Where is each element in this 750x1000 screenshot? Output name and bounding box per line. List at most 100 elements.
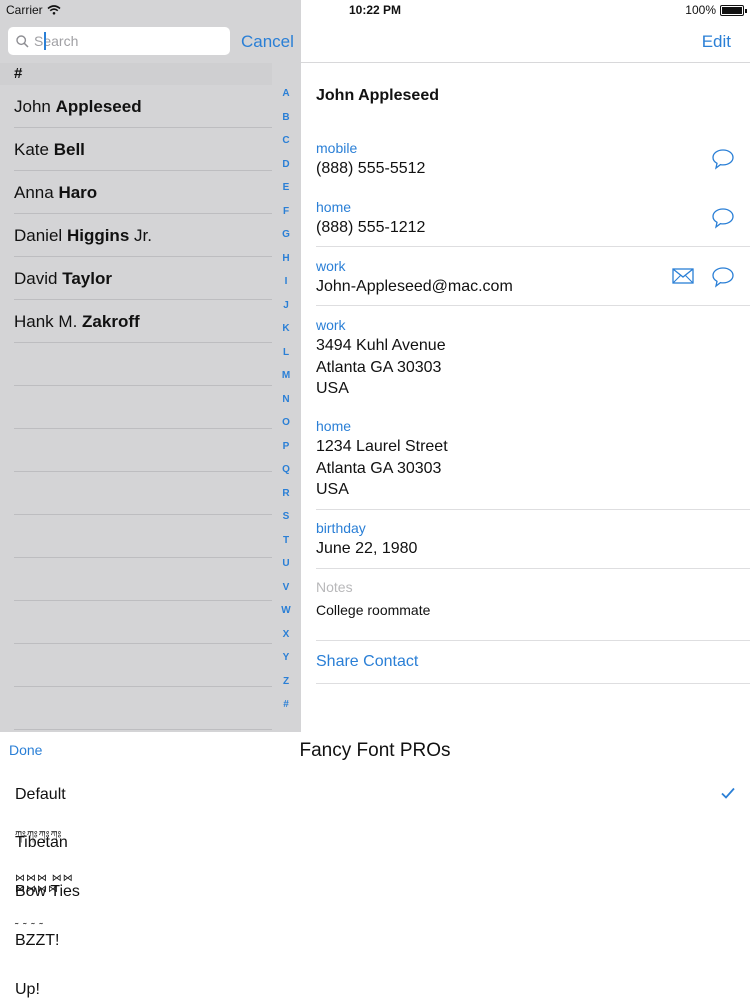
index-letter[interactable]: X [276, 623, 296, 647]
contact-last-name: Bell [53, 140, 85, 159]
contact-first-name: David [14, 269, 58, 288]
detail-nav-bar: Edit [301, 20, 750, 63]
contact-last-name: Taylor [62, 269, 112, 288]
field-value: June 22, 1980 [316, 540, 418, 557]
address-home-field[interactable]: home 1234 Laurel Street Atlanta GA 30303… [316, 418, 750, 501]
font-option-bzzt[interactable]: ˜ ˜ ˜ ˜ BZZT! [15, 922, 60, 950]
battery-icon [720, 4, 747, 16]
index-letter[interactable]: M [276, 364, 296, 388]
index-letter[interactable]: R [276, 482, 296, 506]
contact-row-anna-haro[interactable]: Anna Haro [14, 171, 272, 214]
index-letter[interactable]: C [276, 129, 296, 153]
font-option-default[interactable]: Default [15, 786, 66, 804]
battery-percent: 100% [685, 3, 716, 17]
search-bar: Cancel [0, 20, 301, 64]
picker-title: Fancy Font PROs [299, 740, 451, 761]
contact-suffix: Jr. [134, 226, 152, 245]
font-picker-panel: Done Fancy Font PROs Default ཀཿཀཿཀཿཀཿ Ti… [0, 732, 750, 1000]
address-line-3: USA [316, 380, 349, 397]
search-field[interactable] [8, 27, 230, 55]
message-icon[interactable] [711, 266, 735, 288]
index-letter[interactable]: I [276, 270, 296, 294]
contact-row-hank-zakroff[interactable]: Hank M. Zakroff [14, 300, 272, 343]
font-option-up[interactable]: Up! [15, 981, 40, 999]
notes-value[interactable]: College roommate [316, 602, 430, 618]
index-letter[interactable]: A [276, 82, 296, 106]
edit-button[interactable]: Edit [702, 32, 731, 52]
battery-indicator: 100% [685, 3, 747, 17]
empty-row [14, 687, 272, 730]
index-letter[interactable]: S [276, 505, 296, 529]
birthday-field[interactable]: birthday June 22, 1980 [316, 520, 750, 560]
contact-row-david-taylor[interactable]: David Taylor [14, 257, 272, 300]
contact-row-daniel-higgins[interactable]: Daniel Higgins Jr. [14, 214, 272, 257]
address-line-1: 1234 Laurel Street [316, 438, 448, 455]
index-letter[interactable]: U [276, 552, 296, 576]
bow-tie-decoration: ⋈⋈⋈ ⋈⋈ ⋈⋈⋈⋈ [15, 873, 74, 895]
index-letter[interactable]: Y [276, 646, 296, 670]
empty-row [14, 558, 272, 601]
divider [316, 305, 750, 306]
bzzt-decoration: ˜ ˜ ˜ ˜ [15, 922, 44, 933]
index-letter[interactable]: O [276, 411, 296, 435]
contact-row-kate-bell[interactable]: Kate Bell [14, 128, 272, 171]
divider [316, 640, 750, 641]
index-letter[interactable]: W [276, 599, 296, 623]
tibetan-decoration: ཀཿཀཿཀཿཀཿ [15, 830, 63, 841]
message-icon[interactable] [711, 148, 735, 170]
empty-row [14, 515, 272, 558]
phone-home-field[interactable]: home (888) 555-1212 [316, 199, 750, 239]
index-letter[interactable]: E [276, 176, 296, 200]
contact-first-name: Anna [14, 183, 54, 202]
checkmark-icon [721, 787, 735, 799]
index-letter[interactable]: J [276, 294, 296, 318]
index-letter[interactable]: G [276, 223, 296, 247]
index-letter[interactable]: V [276, 576, 296, 600]
index-letter[interactable]: Q [276, 458, 296, 482]
address-line-2: Atlanta GA 30303 [316, 358, 442, 376]
message-icon[interactable] [711, 207, 735, 229]
section-index-bar[interactable]: A B C D E F G H I J K L M N O P Q R S T U V W X Y Z # [276, 82, 296, 717]
index-letter[interactable]: Z [276, 670, 296, 694]
index-letter[interactable]: F [276, 200, 296, 224]
contact-last-name: Zakroff [82, 312, 140, 331]
contact-last-name: Higgins [66, 226, 130, 245]
contact-first-name: Kate [14, 140, 49, 159]
index-letter[interactable]: D [276, 153, 296, 177]
section-header: # [0, 63, 272, 85]
field-label: birthday [316, 520, 366, 536]
mail-icon[interactable] [672, 268, 694, 284]
index-letter[interactable]: B [276, 106, 296, 130]
contact-row-john-appleseed[interactable]: John Appleseed [14, 85, 272, 128]
address-work-field[interactable]: work 3494 Kuhl Avenue Atlanta GA 30303 U… [316, 317, 750, 400]
font-option-label: BZZT! [15, 932, 60, 949]
search-input[interactable] [34, 33, 224, 49]
cancel-button[interactable]: Cancel [241, 32, 294, 52]
contact-detail-pane: Edit John Appleseed mobile (888) 555-551… [301, 0, 750, 732]
index-letter[interactable]: # [276, 693, 296, 717]
font-option-label: Default [15, 786, 66, 803]
notes-label: Notes [316, 579, 353, 595]
text-cursor [44, 32, 46, 50]
index-letter[interactable]: P [276, 435, 296, 459]
phone-mobile-field[interactable]: mobile (888) 555-5512 [316, 140, 750, 180]
index-letter[interactable]: N [276, 388, 296, 412]
index-letter[interactable]: H [276, 247, 296, 271]
divider [316, 683, 750, 684]
font-option-bow-ties[interactable]: ⋈⋈⋈ ⋈⋈ ⋈⋈⋈⋈ Bow Ties [15, 873, 80, 901]
font-option-tibetan[interactable]: ཀཿཀཿཀཿཀཿ Tibetan [15, 830, 68, 852]
index-letter[interactable]: T [276, 529, 296, 553]
empty-row [14, 429, 272, 472]
contact-first-name: Hank M. [14, 312, 78, 331]
index-letter[interactable]: K [276, 317, 296, 341]
address-line-1: 3494 Kuhl Avenue [316, 337, 446, 354]
field-value: (888) 555-5512 [316, 160, 426, 177]
empty-row [14, 644, 272, 687]
contact-last-name: Appleseed [55, 97, 142, 116]
status-bar: Carrier 10:22 PM 100% [0, 0, 750, 20]
index-letter[interactable]: L [276, 341, 296, 365]
share-contact-button[interactable]: Share Contact [316, 653, 418, 671]
field-label: home [316, 199, 352, 215]
empty-row [14, 343, 272, 386]
contact-first-name: John [14, 97, 51, 116]
